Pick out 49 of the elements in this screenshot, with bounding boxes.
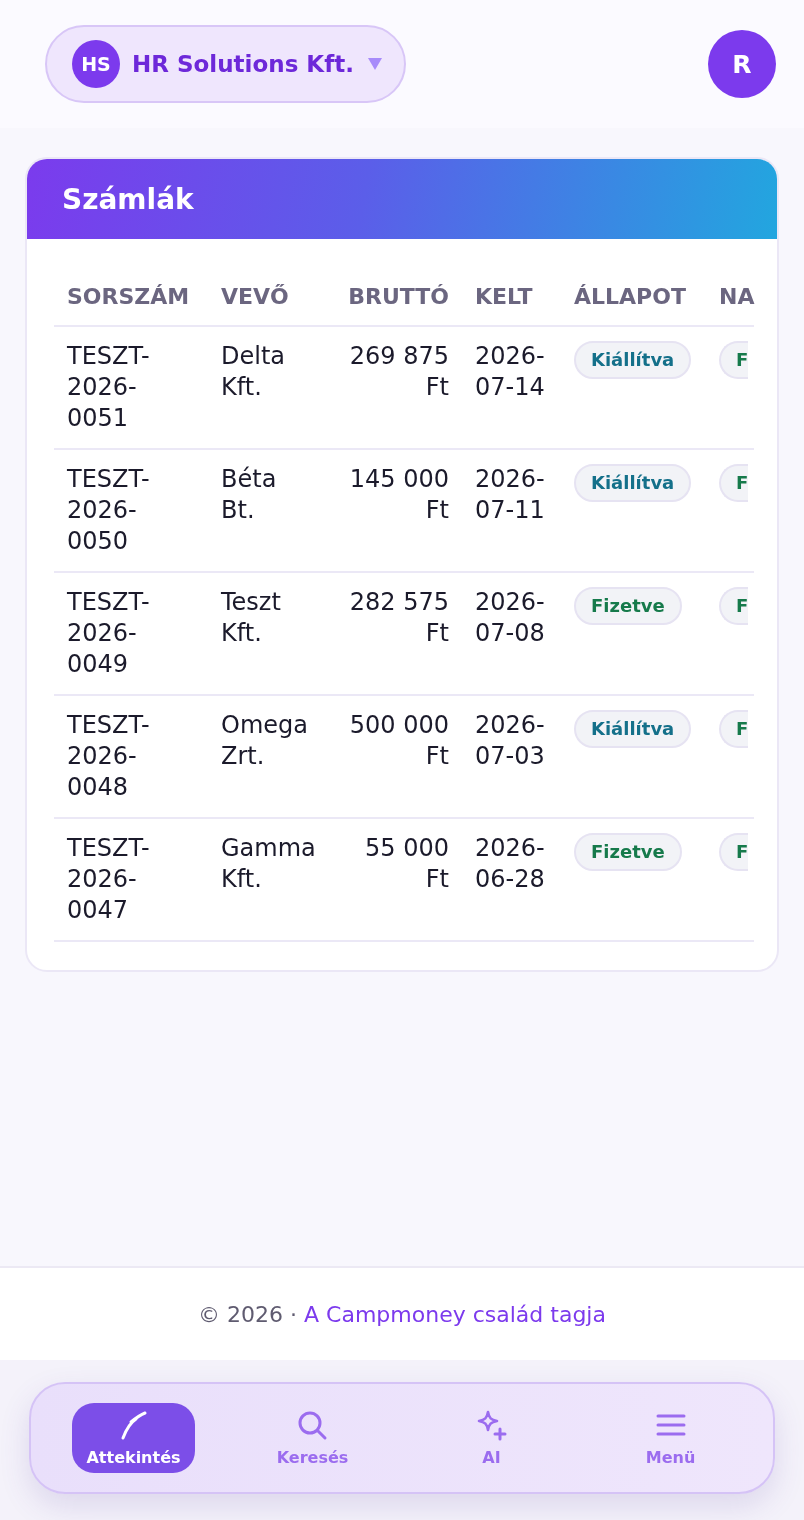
status-badge: Kiállítva	[574, 710, 692, 748]
gross-amount-cell-text: 145 000 Ft	[348, 464, 450, 526]
date-cell-text: 2026-06-28	[474, 833, 546, 895]
customer-cell-text: Béta Bt.	[220, 464, 278, 526]
status-badge: F	[719, 710, 749, 748]
status-badge: Fizetve	[574, 587, 682, 625]
gross-amount-cell-text: 500 000 Ft	[348, 710, 450, 772]
date-cell-text: 2026-07-03	[474, 710, 546, 772]
column-header: KELT	[474, 283, 534, 311]
column-header: VEVŐ	[220, 283, 290, 311]
user-avatar[interactable]: R	[708, 30, 776, 98]
column-header: ÁLLAPOT	[573, 283, 687, 311]
caret-icon	[367, 58, 382, 70]
gross-amount-cell-text: 55 000 Ft	[364, 833, 450, 895]
gross-amount-cell-text: 282 575 Ft	[348, 587, 450, 649]
invoice-number-cell-text: TESZT-2026-0051	[66, 341, 151, 434]
status-badge: Kiállítva	[574, 341, 692, 379]
customer-cell-text: Delta Kft.	[220, 341, 287, 403]
company-switcher[interactable]: HS HR Solutions Kft.	[45, 25, 406, 103]
invoice-number-cell-text: TESZT-2026-0048	[66, 710, 151, 803]
column-header: BRUTTÓ	[347, 283, 450, 311]
nav-tab[interactable]: AI	[461, 1403, 522, 1473]
search-icon	[296, 1409, 329, 1441]
status-badge: Fizetve	[574, 833, 682, 871]
status-badge: Kiállítva	[574, 464, 692, 502]
customer-cell-text: Omega Zrt.	[220, 710, 309, 772]
invoice-number-cell-text: TESZT-2026-0050	[66, 464, 151, 557]
date-cell-text: 2026-07-14	[474, 341, 546, 403]
column-header: NA	[718, 283, 754, 311]
status-badge: F	[719, 341, 749, 379]
nav-tab[interactable]: Menü	[631, 1403, 710, 1473]
column-header: SORSZÁM	[66, 283, 191, 311]
customer-cell-text: Gamma Kft.	[220, 833, 317, 895]
sparkle-icon	[475, 1409, 508, 1441]
customer-cell-text: Teszt Kft.	[220, 587, 282, 649]
card-title: Számlák	[62, 182, 194, 216]
family-link[interactable]: A Campmoney család tagja	[304, 1301, 606, 1327]
company-avatar: HS	[72, 40, 120, 88]
invoice-number-cell-text: TESZT-2026-0049	[66, 587, 151, 680]
status-badge: F	[719, 587, 749, 625]
copyright-text: © 2026 · A Campmoney család tagja	[198, 1301, 606, 1327]
date-cell-text: 2026-07-11	[474, 464, 546, 526]
status-badge: F	[719, 464, 749, 502]
nav-tab[interactable]: Keresés	[262, 1403, 363, 1473]
nav-tab[interactable]: Attekintés	[72, 1403, 195, 1473]
status-badge: F	[719, 833, 749, 871]
gross-amount-cell-text: 269 875 Ft	[348, 341, 450, 403]
date-cell-text: 2026-07-08	[474, 587, 546, 649]
invoice-number-cell-text: TESZT-2026-0047	[66, 833, 151, 926]
